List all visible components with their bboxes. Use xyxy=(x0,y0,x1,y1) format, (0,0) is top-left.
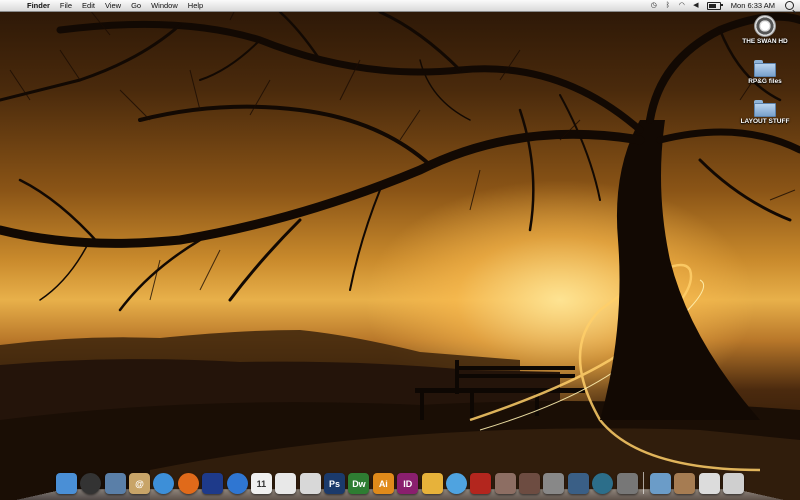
dock-dashboard-icon[interactable] xyxy=(80,473,102,494)
dock-iphoto-icon[interactable] xyxy=(494,473,516,494)
dock-separator xyxy=(643,472,645,494)
dock-downloads-stack-icon[interactable] xyxy=(698,473,720,494)
hard-drive-icon xyxy=(754,15,776,37)
volume-icon[interactable]: ◀ xyxy=(692,2,700,10)
desktop-icon-label: THE SWAN HD xyxy=(742,38,788,45)
dock-textedit-icon[interactable] xyxy=(275,473,297,494)
dock-photo-booth-icon[interactable] xyxy=(470,473,492,494)
menu-go[interactable]: Go xyxy=(126,0,146,11)
dock-ical-icon[interactable]: 11 xyxy=(250,473,272,494)
folder-icon xyxy=(754,100,776,117)
menu-view[interactable]: View xyxy=(100,0,126,11)
dock-ichat-icon[interactable] xyxy=(202,473,224,494)
dock-automator-icon[interactable] xyxy=(543,473,565,494)
desktop-icon-rpg-files[interactable]: RP&G files xyxy=(735,58,795,85)
dock-firefox-icon[interactable] xyxy=(177,473,199,494)
dock-address-book-icon[interactable]: @ xyxy=(129,473,151,494)
dock-preview-icon[interactable] xyxy=(104,473,126,494)
menu-extras: ◷ ᛒ ◠ ◀ Mon 6:33 AM xyxy=(647,0,800,11)
wifi-icon[interactable]: ◠ xyxy=(678,2,686,10)
dock: @11 Ps Dw Ai ID xyxy=(20,468,780,494)
dock-itunes-icon[interactable] xyxy=(445,473,467,494)
desktop-icon-label: RP&G files xyxy=(748,78,782,85)
battery-icon[interactable] xyxy=(706,1,723,10)
dock-safari-icon[interactable] xyxy=(153,473,175,494)
dock-spaces-icon[interactable] xyxy=(567,473,589,494)
menu-help[interactable]: Help xyxy=(183,0,208,11)
time-machine-icon[interactable]: ◷ xyxy=(650,2,658,10)
dock-sherlock-icon[interactable] xyxy=(421,473,443,494)
dock-documents-stack-icon[interactable] xyxy=(674,473,696,494)
folder-icon xyxy=(754,60,776,77)
menu-bar: Finder File Edit View Go Window Help ◷ ᛒ… xyxy=(0,0,800,12)
bluetooth-icon[interactable]: ᛒ xyxy=(664,2,672,10)
desktop-wallpaper xyxy=(0,0,800,500)
desktop-icon-layout-stuff[interactable]: LAYOUT STUFF xyxy=(735,98,795,125)
dock-illustrator-icon[interactable]: Ai xyxy=(372,473,394,494)
dock-indesign-icon[interactable]: ID xyxy=(397,473,419,494)
dock-system-preferences-icon[interactable] xyxy=(616,473,638,494)
menu-window[interactable]: Window xyxy=(146,0,183,11)
dock-applications-stack-icon[interactable] xyxy=(649,473,671,494)
menu-file[interactable]: File xyxy=(55,0,77,11)
dock-mail-icon[interactable] xyxy=(299,473,321,494)
desktop-icon-label: LAYOUT STUFF xyxy=(740,118,790,125)
dock-image-capture-icon[interactable] xyxy=(519,473,541,494)
dock-time-machine-icon[interactable] xyxy=(592,473,614,494)
spotlight-search-icon[interactable] xyxy=(785,1,794,10)
dock-photoshop-icon[interactable]: Ps xyxy=(324,473,346,494)
dock-ichat-video-icon[interactable] xyxy=(226,473,248,494)
tree-silhouette xyxy=(0,0,800,500)
dock-dreamweaver-icon[interactable]: Dw xyxy=(348,473,370,494)
menu-clock[interactable]: Mon 6:33 AM xyxy=(725,0,781,11)
dock-trash-icon[interactable] xyxy=(723,473,745,494)
desktop-icon-the-swan-hd[interactable]: THE SWAN HD xyxy=(735,15,795,45)
menu-finder[interactable]: Finder xyxy=(22,0,55,11)
menu-edit[interactable]: Edit xyxy=(77,0,100,11)
dock-finder-icon[interactable] xyxy=(55,473,77,494)
